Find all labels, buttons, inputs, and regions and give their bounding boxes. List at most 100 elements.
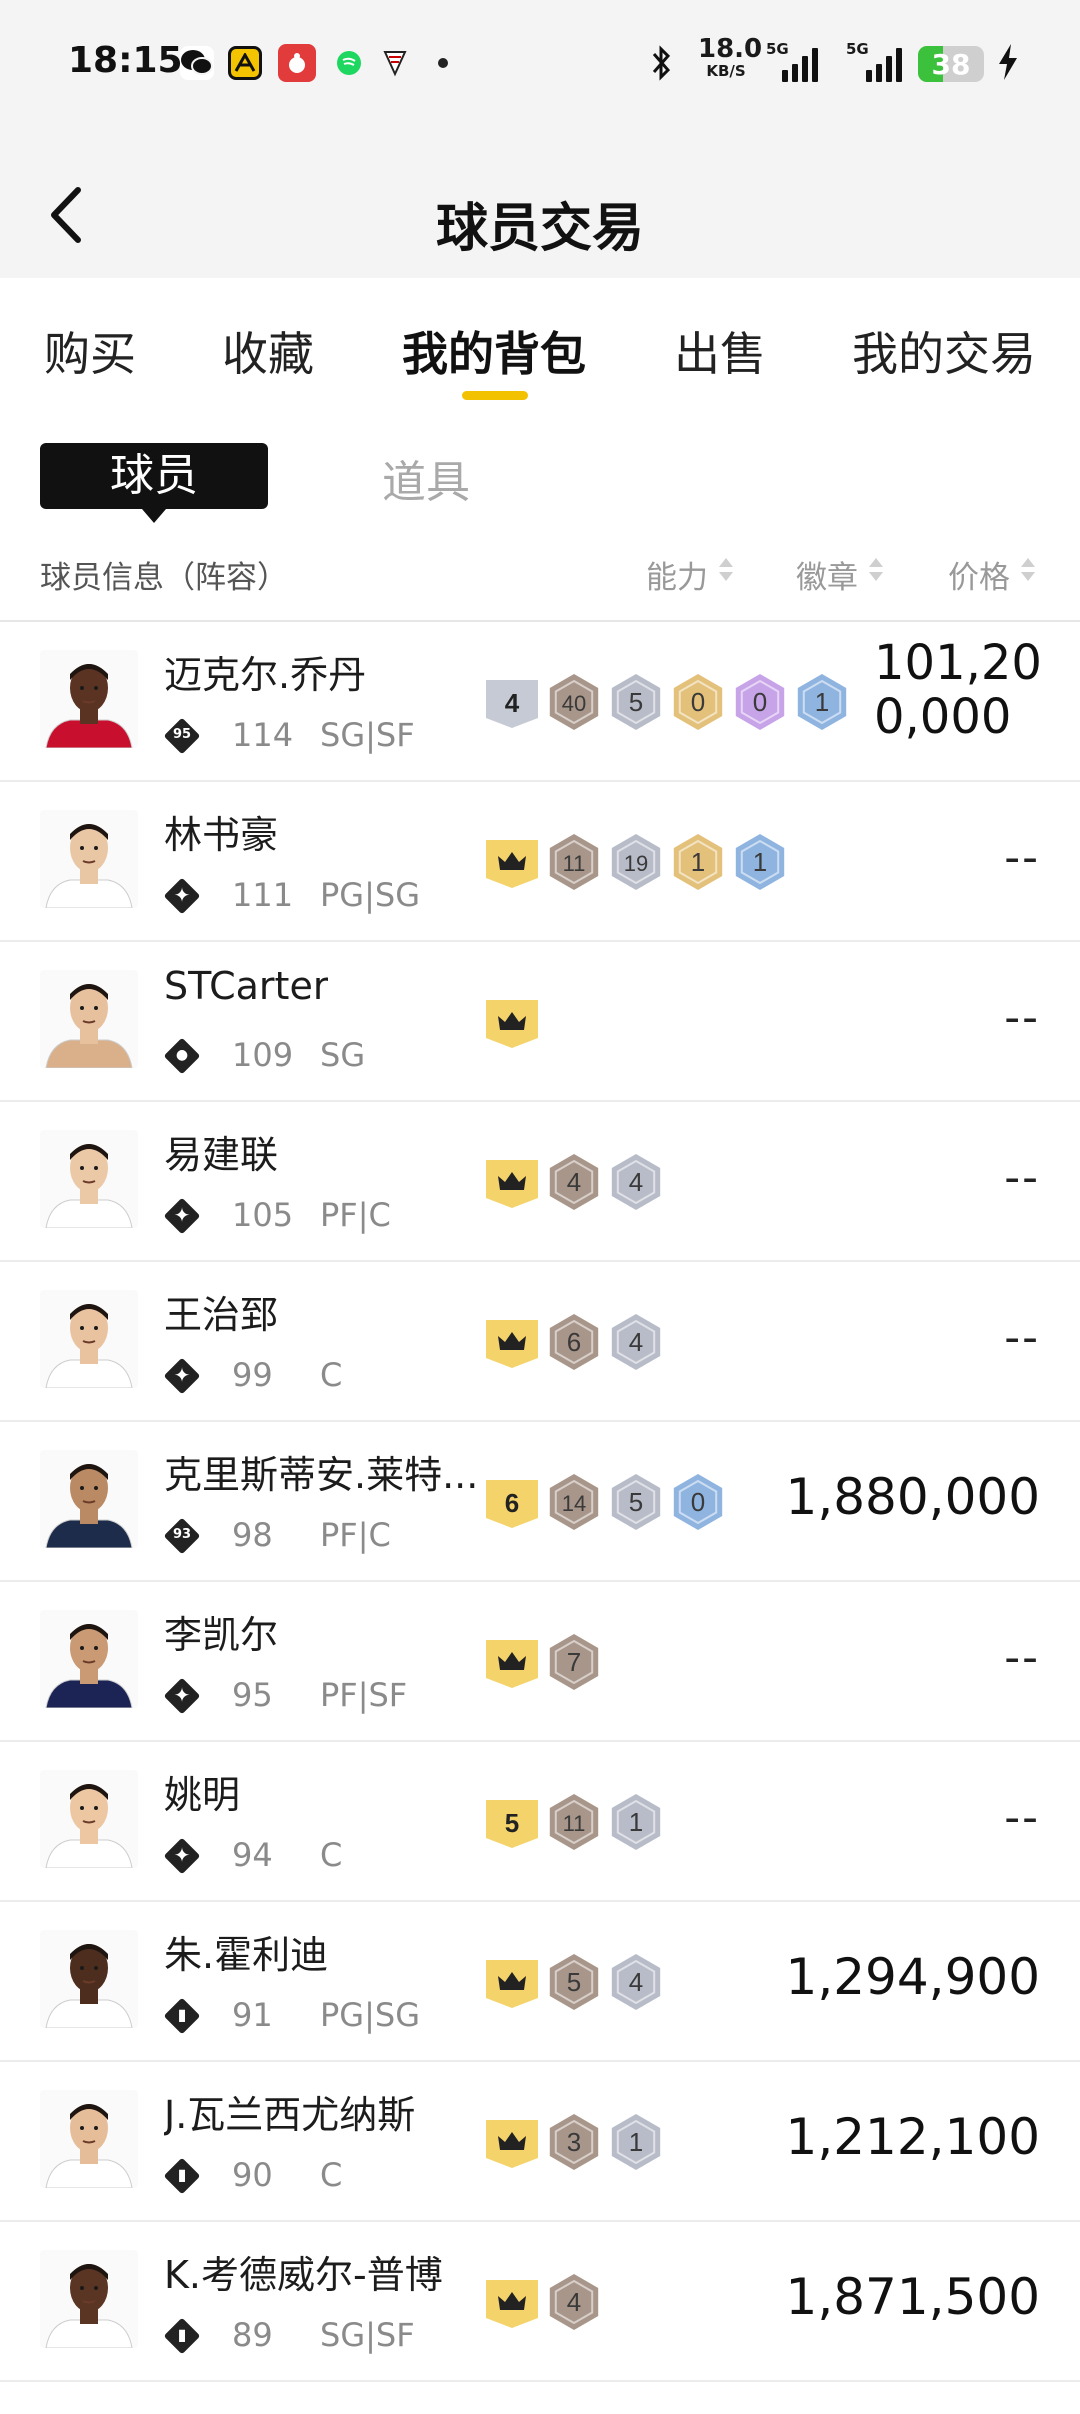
player-name: 迈克尔.乔丹 (164, 653, 367, 697)
player-row[interactable]: 易建联 ✦ 105 PF|C 4 4 -- (0, 1102, 1080, 1262)
svg-text:0: 0 (691, 1487, 705, 1517)
subtab-items[interactable]: 道具 (382, 446, 470, 510)
active-tab-indicator (462, 391, 528, 400)
blue-badge: 1 (730, 832, 790, 896)
player-row[interactable]: 姚明 ✦ 94 C 5 11 1 -- (0, 1742, 1080, 1902)
signal-2-label: 5G (846, 40, 869, 58)
player-row[interactable]: 克里斯蒂安.莱特... 93 98 PF|C 6 14 5 0 1,880,000 (0, 1422, 1080, 1582)
player-price: -- (1004, 1792, 1040, 1843)
main-tabs: 购买 收藏 我的背包 出售 我的交易 (0, 278, 1080, 418)
svg-text:1: 1 (691, 847, 705, 877)
player-row[interactable]: 朱.霍利迪 ▮ 91 PG|SG 5 4 1,294,900 (0, 1902, 1080, 2062)
player-row[interactable]: J.瓦兰西尤纳斯 ▮ 90 C 3 1 1,212,100 (0, 2062, 1080, 2222)
player-position: C (320, 2156, 343, 2194)
silver-badge: 4 (606, 1312, 666, 1376)
bronze-badge: 40 (544, 672, 604, 736)
player-overall: 91 (232, 1996, 273, 2034)
player-position: C (320, 1356, 343, 1394)
crown-badge-icon (482, 2112, 542, 2176)
svg-text:0: 0 (753, 687, 767, 717)
sort-ability-icon[interactable] (718, 556, 734, 586)
crown-badge-icon (482, 832, 542, 896)
player-overall: 114 (232, 716, 294, 754)
player-avatar (40, 2090, 138, 2188)
player-overall: 95 (232, 1676, 273, 1714)
column-badge[interactable]: 徽章 (796, 552, 858, 597)
player-price: -- (1004, 1632, 1040, 1683)
player-position: C (320, 1836, 343, 1874)
player-price: -- (1004, 992, 1040, 1043)
app-a-icon (228, 46, 262, 80)
rank-icon: ▮ (163, 2157, 201, 2195)
svg-text:4: 4 (629, 1967, 643, 1997)
rank-icon: ▮ (163, 1997, 201, 2035)
player-position: SG (320, 1036, 366, 1074)
page-title: 球员交易 (435, 199, 644, 259)
player-name: K.考德威尔-普博 (164, 2253, 443, 2297)
column-player-info: 球员信息（阵容） (40, 560, 288, 596)
player-row[interactable]: K.考德威尔-普博 ▮ 89 SG|SF 4 1,871,500 (0, 2222, 1080, 2382)
bluetooth-icon (648, 44, 676, 86)
more-notifications-dot (438, 58, 448, 68)
signal-2-icon: 5G (846, 40, 906, 82)
tab-my-trades[interactable]: 我的交易 (852, 318, 1036, 384)
svg-text:5: 5 (505, 1808, 519, 1838)
player-list: 迈克尔.乔丹 95 114 SG|SF 4 40 5 0 0 1 101,200,000 林书豪 ✦ 11… (0, 622, 1080, 2382)
blue-badge: 1 (792, 672, 852, 736)
sort-price-icon[interactable] (1020, 556, 1036, 586)
crown-badge-icon (482, 2272, 542, 2336)
silver-flat-badge: 4 (482, 672, 542, 736)
player-row[interactable]: 李凯尔 ✦ 95 PF|SF 7 -- (0, 1582, 1080, 1742)
subtab-players[interactable]: 球员 (40, 443, 268, 523)
svg-text:3: 3 (567, 2127, 581, 2157)
player-row[interactable]: 林书豪 ✦ 111 PG|SG 11 19 1 1 -- (0, 782, 1080, 942)
battery-level: 38 (931, 48, 971, 81)
signal-1-label: 5G (766, 40, 789, 58)
player-avatar (40, 970, 138, 1068)
svg-text:4: 4 (629, 1167, 643, 1197)
player-row[interactable]: 王治郅 ✦ 99 C 6 4 -- (0, 1262, 1080, 1422)
player-avatar (40, 1610, 138, 1708)
tab-sell[interactable]: 出售 (674, 318, 766, 384)
player-overall: 111 (232, 876, 294, 914)
player-name: 朱.霍利迪 (164, 1933, 329, 1977)
svg-text:6: 6 (505, 1488, 519, 1518)
tab-favorites[interactable]: 收藏 (222, 318, 314, 384)
player-price: -- (1004, 1312, 1040, 1363)
player-price: 1,880,000 (785, 1468, 1040, 1526)
player-name: 林书豪 (164, 813, 279, 857)
player-avatar (40, 1290, 138, 1388)
player-name: 姚明 (164, 1773, 241, 1817)
network-speed-value: 18.0 (698, 34, 763, 64)
battery-indicator: 38 (918, 46, 984, 82)
sort-badge-icon[interactable] (868, 556, 884, 586)
tab-buy[interactable]: 购买 (44, 318, 136, 384)
gold-badge: 0 (668, 672, 728, 736)
rank-icon: ✦ (163, 1357, 201, 1395)
player-row[interactable]: 迈克尔.乔丹 95 114 SG|SF 4 40 5 0 0 1 101,200,000 (0, 622, 1080, 782)
rank-icon: 93 (163, 1517, 201, 1555)
player-avatar (40, 650, 138, 748)
purple-badge: 0 (730, 672, 790, 736)
rank-icon: ✦ (163, 877, 201, 915)
column-ability[interactable]: 能力 (646, 552, 708, 597)
status-time: 18:15 (68, 40, 183, 81)
player-avatar (40, 1450, 138, 1548)
red-app-icon (278, 44, 316, 82)
bronze-badge: 11 (544, 832, 604, 896)
status-bar: 18:15 18.0 KB/S 5G 5G 38 (0, 0, 1080, 130)
player-row[interactable]: STCarter ● 109 SG -- (0, 942, 1080, 1102)
bronze-badge: 7 (544, 1632, 604, 1696)
rank-icon: 95 (163, 717, 201, 755)
rank-icon: ✦ (163, 1837, 201, 1875)
player-position: SG|SF (320, 716, 415, 754)
tab-my-bag[interactable]: 我的背包 (402, 318, 586, 384)
music-app-icon (332, 46, 366, 80)
player-price: 1,294,900 (785, 1948, 1040, 2006)
column-price[interactable]: 价格 (948, 552, 1010, 597)
player-overall: 99 (232, 1356, 273, 1394)
game-app-icon (378, 46, 412, 80)
wechat-icon (180, 46, 214, 80)
bronze-badge: 6 (544, 1312, 604, 1376)
rank-icon: ● (163, 1037, 201, 1075)
